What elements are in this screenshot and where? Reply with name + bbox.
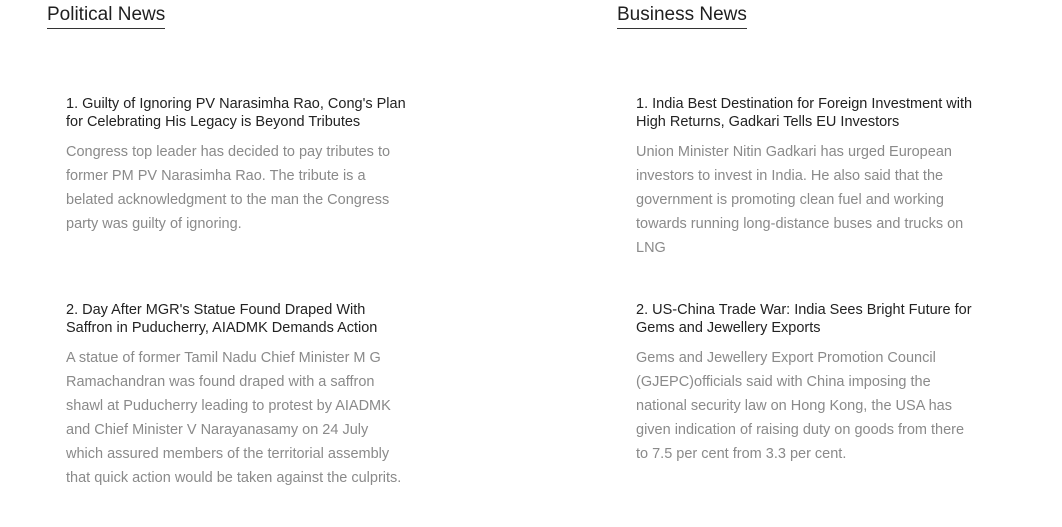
news-article: 1. India Best Destination for Foreign In…	[636, 95, 976, 260]
news-article: 1. Guilty of Ignoring PV Narasimha Rao, …	[66, 95, 406, 236]
article-headline[interactable]: 1. India Best Destination for Foreign In…	[636, 95, 976, 131]
article-summary: Congress top leader has decided to pay t…	[66, 144, 391, 232]
political-news-heading[interactable]: Political News	[47, 4, 166, 29]
article-headline[interactable]: 1. Guilty of Ignoring PV Narasimha Rao, …	[66, 95, 406, 131]
news-article: 2. US-China Trade War: India Sees Bright…	[636, 301, 976, 466]
business-news-heading[interactable]: Business News	[617, 4, 747, 29]
news-article: 2. Day After MGR's Statue Found Draped W…	[66, 301, 406, 490]
article-summary: Gems and Jewellery Export Promotion Coun…	[636, 350, 965, 462]
article-summary: Union Minister Nitin Gadkari has urged E…	[636, 144, 964, 256]
article-headline[interactable]: 2. Day After MGR's Statue Found Draped W…	[66, 301, 406, 337]
business-news-section: Business News 1. India Best Destination …	[617, 0, 977, 462]
political-news-section: Political News 1. Guilty of Ignoring PV …	[47, 0, 407, 486]
article-summary: A statue of former Tamil Nadu Chief Mini…	[66, 350, 402, 486]
article-headline[interactable]: 2. US-China Trade War: India Sees Bright…	[636, 301, 976, 337]
